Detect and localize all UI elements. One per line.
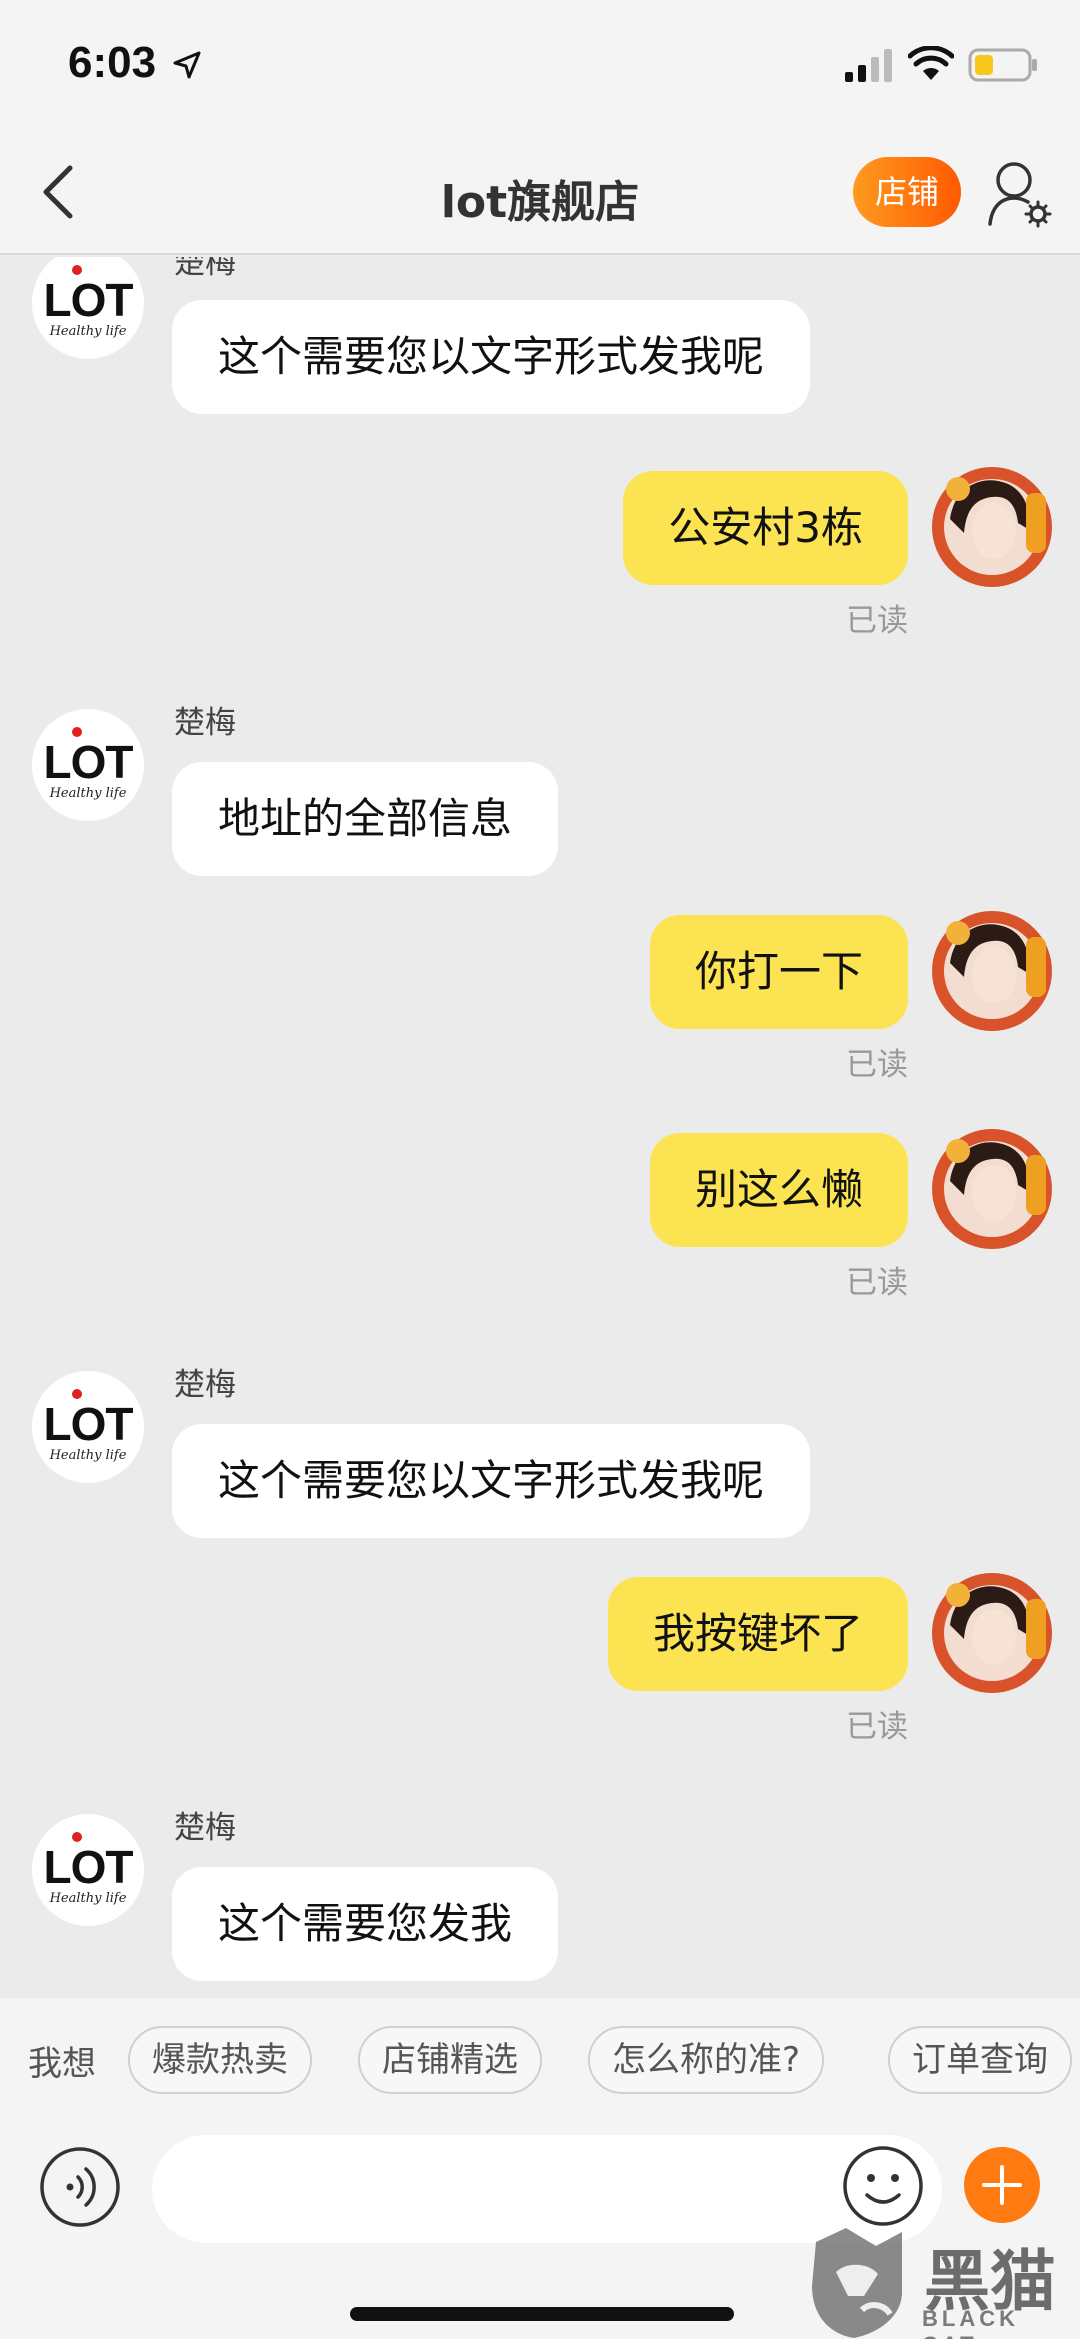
message-bubble[interactable]: 我按键坏了 [607,1577,908,1691]
sender-name: 楚梅 [174,257,236,281]
shop-avatar[interactable]: LOT Healthy life [32,1371,144,1483]
quick-reply-bar: 我想 爆款热卖 店铺精选 怎么称的准? 订单查询 [0,1998,1080,2121]
message-bubble[interactable]: 你打一下 [649,915,908,1029]
read-status: 已读 [846,603,908,639]
quick-reply-prefix: 我想 [28,2044,96,2084]
message-bubble[interactable]: 地址的全部信息 [172,762,559,876]
user-avatar[interactable] [928,907,1056,1035]
voice-icon[interactable] [38,2145,122,2229]
read-status: 已读 [846,1047,908,1083]
status-bar: 6:03 [0,0,1080,130]
avatar-logo: LOT [43,736,134,788]
message-bubble[interactable]: 这个需要您以文字形式发我呢 [172,300,811,414]
avatar-tagline: Healthy life [49,324,127,339]
quick-reply-chip[interactable]: 怎么称的准? [588,2026,825,2094]
user-avatar[interactable] [928,463,1056,591]
message-bubble[interactable]: 这个需要您以文字形式发我呢 [172,1424,811,1538]
read-status: 已读 [846,1265,908,1301]
quick-reply-chip[interactable]: 爆款热卖 [128,2026,312,2094]
message-bubble[interactable]: 别这么懒 [649,1133,908,1247]
avatar-logo: LOT [43,1841,134,1893]
watermark: 黑猫 BLACK CAT [806,2222,1076,2339]
avatar-logo: LOT [43,274,134,326]
smiley-icon[interactable] [840,2143,926,2229]
shop-avatar[interactable]: LOT Healthy life [32,1814,144,1926]
user-avatar[interactable] [928,1125,1056,1253]
chat-messages[interactable]: LOT Healthy life 楚梅 这个需要您以文字形式发我呢 公安村3栋 … [0,257,1080,1997]
location-arrow-icon [173,51,201,79]
sender-name: 楚梅 [174,705,236,741]
shop-button[interactable]: 店铺 [853,157,961,227]
wifi-icon [908,46,954,80]
shop-avatar[interactable]: LOT Healthy life [32,257,144,359]
battery-icon [968,48,1037,82]
user-settings-icon[interactable] [986,158,1052,228]
avatar-tagline: Healthy life [49,786,127,801]
user-avatar[interactable] [928,1569,1056,1697]
status-time: 6:03 [68,38,157,87]
message-bubble[interactable]: 公安村3栋 [623,471,908,585]
avatar-tagline: Healthy life [49,1448,127,1463]
avatar-logo: LOT [43,1398,134,1450]
home-indicator[interactable] [350,2307,734,2321]
sender-name: 楚梅 [174,1367,236,1403]
nav-bar: lot旗舰店 店铺 [0,130,1080,255]
avatar-tagline: Healthy life [49,1891,127,1906]
watermark-subtext: BLACK CAT [922,2306,1019,2339]
sender-name: 楚梅 [174,1810,236,1846]
cellular-signal-icon [845,49,892,82]
quick-reply-chip[interactable]: 店铺精选 [358,2026,542,2094]
quick-reply-chip[interactable]: 订单查询 [888,2026,1072,2094]
message-bubble[interactable]: 这个需要您发我 [172,1867,559,1981]
plus-icon[interactable] [962,2145,1042,2225]
black-cat-logo-icon [812,2228,902,2338]
read-status: 已读 [846,1709,908,1745]
shop-avatar[interactable]: LOT Healthy life [32,709,144,821]
